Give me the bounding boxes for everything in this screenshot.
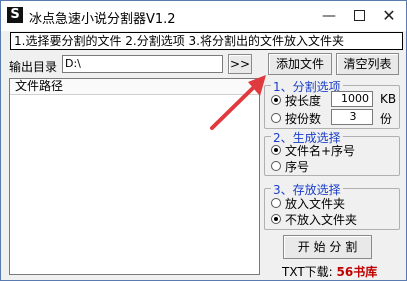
add-file-button[interactable]: 添加文件 xyxy=(268,53,332,75)
app-icon: S xyxy=(7,7,23,23)
into-folder-label: 放入文件夹 xyxy=(285,197,346,211)
instructions-text: 1.选择要分割的文件 2.分割选项 3.将分割出的文件放入文件夹 xyxy=(10,32,403,50)
title-bar: S 冰点急速小说分割器V1.2 — ✕ xyxy=(1,1,406,31)
output-dir-input[interactable]: D:\ xyxy=(62,55,223,73)
by-length-input[interactable]: 1000 xyxy=(331,91,373,107)
seq-only-radio[interactable] xyxy=(271,161,281,171)
no-folder-label: 不放入文件夹 xyxy=(285,213,358,227)
filename-seq-label: 文件名+序号 xyxy=(285,144,356,158)
by-length-label: 按长度 xyxy=(285,94,322,108)
clear-list-button[interactable]: 清空列表 xyxy=(336,53,399,75)
minimize-button[interactable]: — xyxy=(314,1,344,31)
site-brand-link[interactable]: 56书库 xyxy=(337,265,378,279)
file-list[interactable]: 文件路径 xyxy=(9,78,260,275)
by-parts-radio[interactable] xyxy=(271,113,281,123)
maximize-button[interactable] xyxy=(344,1,374,31)
download-footer: TXT下载: 56书库 xyxy=(282,263,377,280)
download-prefix: TXT下载: xyxy=(282,265,333,279)
file-path-column-header[interactable]: 文件路径 xyxy=(10,79,259,95)
seq-only-label: 序号 xyxy=(285,160,310,174)
naming-options-group: 2、生成选择 文件名+序号 序号 xyxy=(264,129,400,176)
window-title: 冰点急速小说分割器V1.2 xyxy=(29,12,176,27)
close-button[interactable]: ✕ xyxy=(374,1,404,31)
by-parts-input[interactable]: 3 xyxy=(331,109,373,125)
by-parts-label: 按份数 xyxy=(285,112,322,126)
app-window: S 冰点急速小说分割器V1.2 — ✕ 1.选择要分割的文件 2.分割选项 3.… xyxy=(0,0,407,281)
by-parts-unit: 份 xyxy=(380,112,393,126)
by-length-unit: KB xyxy=(380,92,397,106)
storage-options-group: 3、存放选择 放入文件夹 不放入文件夹 xyxy=(264,181,400,230)
maximize-icon xyxy=(353,9,365,21)
into-folder-radio[interactable] xyxy=(271,198,281,208)
output-dir-label: 输出目录 xyxy=(9,60,58,74)
filename-seq-radio[interactable] xyxy=(271,145,281,155)
by-length-radio[interactable] xyxy=(271,95,281,105)
browse-button[interactable]: >> xyxy=(228,54,252,74)
start-split-button[interactable]: 开 始 分 割 xyxy=(283,235,372,259)
split-options-group: 1、分割选项 按长度 1000 KB 按份数 3 份 xyxy=(264,78,400,129)
no-folder-radio[interactable] xyxy=(271,214,281,224)
